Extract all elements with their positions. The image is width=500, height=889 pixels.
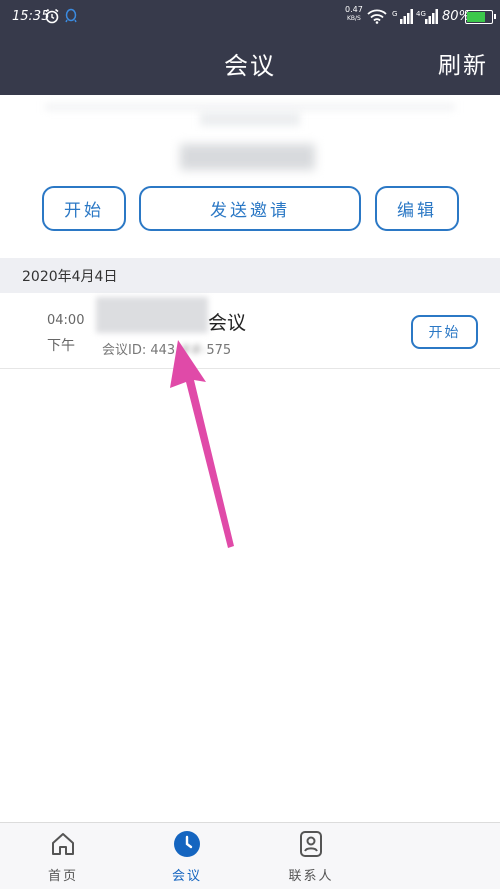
network-speed: 0.47 KB/S [345,5,363,23]
meeting-start-button[interactable]: 开始 [411,315,478,349]
battery-icon [465,10,496,24]
clock-icon [174,831,200,857]
date-label: 2020年4月4日 [22,269,118,285]
start-button[interactable]: 开始 [42,186,126,231]
battery-tip [494,14,496,19]
svg-text:G: G [392,10,397,18]
meeting-ampm: 下午 [47,338,75,354]
alarm-icon [45,8,59,24]
battery-fill [467,12,486,22]
redacted-line [45,104,455,110]
tab-home-label: 首页 [47,869,78,884]
top-bar: 15:35 0.47 KB/S G 4G 80% 会议 刷新 [0,0,500,95]
redacted-meeting-name [96,297,208,333]
net-speed-unit: KB/S [346,15,361,22]
tab-contacts-label: 联系人 [288,869,334,884]
signal-4g-icon: 4G [416,9,438,24]
bottom-nav: 首页 会议 联系人 [0,822,500,889]
tab-contacts[interactable]: 联系人 [261,827,361,887]
date-section-header: 2020年4月4日 [0,258,500,293]
qq-icon [65,8,77,23]
annotation-arrow-icon [170,340,234,548]
tab-home[interactable]: 首页 [13,827,113,887]
signal-icon: G [392,9,413,24]
home-icon [52,833,74,855]
edit-button[interactable]: 编辑 [375,186,459,231]
meeting-list-item[interactable]: 04:00 下午 会议 会议ID: 443-##-575 开始 [0,293,500,369]
wifi-icon [367,9,387,24]
meeting-title: 会议 [208,312,247,334]
send-invite-button[interactable]: 发送邀请 [139,186,361,231]
net-speed-value: 0.47 [345,5,363,14]
refresh-button[interactable]: 刷新 [438,46,488,80]
status-bar: 15:35 0.47 KB/S G 4G 80% [0,0,500,36]
redacted-name [200,112,300,126]
tab-meetings[interactable]: 会议 [137,827,237,887]
meeting-time: 04:00 [47,313,85,328]
meeting-id-label: 会议ID: [102,343,151,358]
tab-meetings-label: 会议 [171,869,202,884]
svg-text:4G: 4G [416,10,426,18]
redacted-meeting-id [180,144,315,170]
page-title: 会议 [224,52,276,80]
contact-icon [300,831,322,857]
